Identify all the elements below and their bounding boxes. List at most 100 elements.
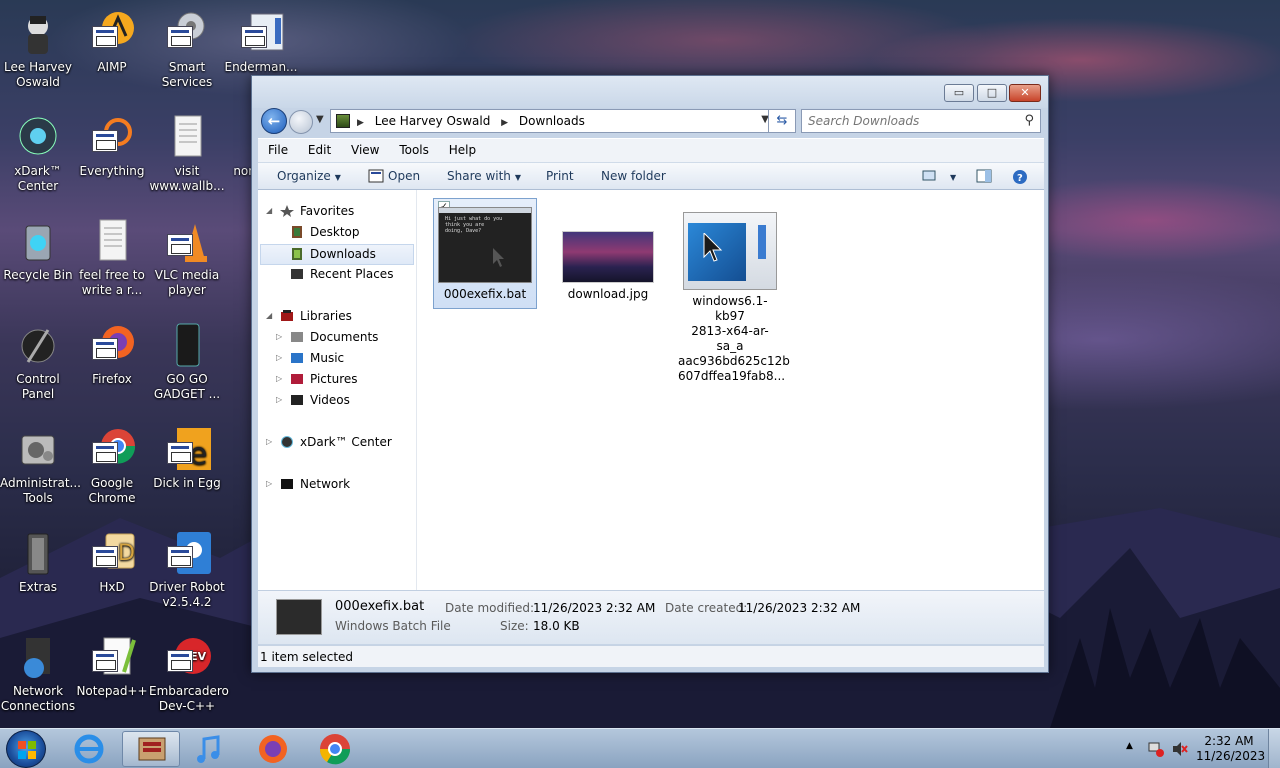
desktop-icon-dick-in-egg[interactable]: e Dick in Egg bbox=[149, 426, 225, 491]
desktop-icon-recycle-bin[interactable]: Recycle Bin bbox=[0, 218, 76, 283]
menu-help[interactable]: Help bbox=[439, 139, 482, 157]
desktop-icon-aimp[interactable]: AIMP bbox=[74, 10, 150, 75]
desktop-icon-enderman[interactable]: Enderman... bbox=[223, 10, 299, 75]
file-item-windows-update[interactable]: windows6.1-kb97 2813-x64-ar-sa_a aac936b… bbox=[678, 212, 790, 383]
search-box[interactable]: ⚲ bbox=[801, 109, 1041, 133]
preview-pane-icon[interactable] bbox=[976, 169, 992, 183]
desktop-icon-notepadpp[interactable]: Notepad++ bbox=[74, 634, 150, 699]
expanded-arrow-icon[interactable]: ◢ bbox=[266, 206, 272, 215]
desktop-icon-everything[interactable]: Everything bbox=[74, 114, 150, 179]
desktop-icon-google-chrome[interactable]: Google Chrome bbox=[74, 426, 150, 506]
start-button[interactable] bbox=[6, 730, 46, 768]
taskbar-chrome[interactable] bbox=[308, 731, 362, 767]
desktop-icon-text-file[interactable]: feel free to write a r... bbox=[74, 218, 150, 298]
tree-pictures[interactable]: ▷ Pictures bbox=[276, 372, 358, 386]
tree-network[interactable]: ▷ Network bbox=[266, 477, 350, 491]
taskbar-file-explorer[interactable] bbox=[122, 731, 180, 767]
forward-button[interactable] bbox=[289, 110, 313, 134]
tree-favorites[interactable]: ◢ Favorites bbox=[266, 204, 354, 218]
maximize-button[interactable]: □ bbox=[977, 84, 1007, 102]
minimize-icon: ▭ bbox=[953, 86, 965, 99]
breadcrumb-separator[interactable]: ▶ bbox=[501, 118, 508, 128]
print-button[interactable]: Print bbox=[546, 169, 574, 183]
close-button[interactable]: ✕ bbox=[1009, 84, 1041, 102]
desktop-icon-driver-robot[interactable]: Driver Robot v2.5.4.2 bbox=[149, 530, 225, 610]
refresh-button[interactable]: ⇆ bbox=[768, 109, 796, 133]
help-icon[interactable]: ? bbox=[1012, 169, 1028, 184]
desktop-icon-xdark-center[interactable]: xDark™ Center bbox=[0, 114, 76, 194]
search-input[interactable] bbox=[808, 111, 1008, 131]
collapsed-arrow-icon[interactable]: ▷ bbox=[276, 353, 282, 362]
breadcrumb-user[interactable]: Lee Harvey Oswald bbox=[375, 114, 491, 128]
tree-music[interactable]: ▷ Music bbox=[276, 351, 345, 365]
desktop-icon-gadget[interactable]: GO GO GADGET ... bbox=[149, 322, 225, 402]
share-with-button[interactable]: Share with ▼ bbox=[447, 169, 521, 183]
jpg-file-thumbnail bbox=[562, 231, 654, 283]
taskbar-music-player[interactable] bbox=[184, 731, 238, 767]
breadcrumb-separator[interactable]: ▶ bbox=[357, 118, 364, 128]
desktop-icon-admin-tools[interactable]: Administrat... Tools bbox=[0, 426, 81, 506]
shortcut-badge-icon bbox=[92, 546, 118, 568]
tree-downloads[interactable]: Downloads bbox=[260, 244, 414, 265]
collapsed-arrow-icon[interactable]: ▷ bbox=[266, 479, 272, 488]
breadcrumb-downloads[interactable]: Downloads bbox=[519, 114, 585, 128]
chrome-icon bbox=[88, 426, 136, 474]
tree-recent-places[interactable]: Recent Places bbox=[290, 267, 393, 281]
show-desktop-button[interactable] bbox=[1268, 729, 1280, 768]
tree-videos[interactable]: ▷ Videos bbox=[276, 393, 350, 407]
taskbar-internet-explorer[interactable] bbox=[62, 731, 116, 767]
menu-edit[interactable]: Edit bbox=[298, 139, 337, 157]
desktop-icon-hxd[interactable]: D HxD bbox=[74, 530, 150, 595]
file-list[interactable]: ✓ Hi just what do you think you are doin… bbox=[418, 190, 1044, 590]
new-folder-button[interactable]: New folder bbox=[601, 169, 666, 183]
xdark-center-icon bbox=[280, 436, 294, 448]
title-bar[interactable]: ▭ □ ✕ bbox=[252, 76, 1048, 108]
back-button[interactable]: ← bbox=[261, 108, 287, 134]
address-bar[interactable]: ▶ Lee Harvey Oswald ▶ Downloads ▼ bbox=[330, 109, 776, 133]
change-view-icon[interactable] bbox=[922, 169, 938, 183]
file-item-000exefix-bat[interactable]: ✓ Hi just what do you think you are doin… bbox=[433, 198, 537, 309]
clock[interactable]: 2:32 AM 11/26/2023 bbox=[1196, 734, 1266, 764]
navigation-pane[interactable]: ◢ Favorites Desktop Downloads Recent Pla… bbox=[258, 190, 417, 590]
tree-label: Music bbox=[310, 351, 345, 365]
tree-label: Documents bbox=[310, 330, 379, 344]
desktop-icon-firefox[interactable]: Firefox bbox=[74, 322, 150, 387]
file-name-line: 607dffea19fab8... bbox=[678, 369, 786, 383]
volume-muted-icon[interactable] bbox=[1172, 741, 1188, 757]
desktop-icon-control-panel[interactable]: Control Panel bbox=[0, 322, 76, 402]
minimize-button[interactable]: ▭ bbox=[944, 84, 974, 102]
clock-date: 11/26/2023 bbox=[1196, 749, 1266, 763]
desktop-icon-user-folder[interactable]: Lee Harvey Oswald bbox=[0, 10, 76, 90]
desktop-icon-devcpp[interactable]: DEV Embarcadero Dev-C++ bbox=[149, 634, 229, 714]
command-bar: Organize ▼ Open Share with ▼ Print New fol… bbox=[258, 162, 1044, 190]
collapsed-arrow-icon[interactable]: ▷ bbox=[276, 374, 282, 383]
collapsed-arrow-icon[interactable]: ▷ bbox=[266, 437, 272, 446]
desktop-icon-smart-services[interactable]: Smart Services bbox=[149, 10, 225, 90]
menu-view[interactable]: View bbox=[341, 139, 385, 157]
tree-xdark-center[interactable]: ▷ xDark™ Center bbox=[266, 435, 392, 449]
desktop-icon-wallpaper-link[interactable]: visit www.wallb... bbox=[149, 114, 225, 194]
chevron-down-icon: ▼ bbox=[950, 173, 957, 182]
show-hidden-icons-icon[interactable]: ▲ bbox=[1126, 741, 1133, 751]
recent-pages-dropdown[interactable]: ▼ bbox=[316, 114, 324, 125]
file-item-download-jpg[interactable]: download.jpg bbox=[556, 198, 660, 309]
desktop-icon-network-connections[interactable]: Network Connections bbox=[0, 634, 76, 714]
tree-desktop[interactable]: Desktop bbox=[290, 225, 360, 239]
view-options-dropdown[interactable]: ▼ bbox=[946, 169, 956, 183]
desktop-icon-extras[interactable]: Extras bbox=[0, 530, 76, 595]
menu-file[interactable]: File bbox=[258, 139, 294, 157]
menu-tools[interactable]: Tools bbox=[389, 139, 435, 157]
explorer-window[interactable]: ▭ □ ✕ ← ▼ ▶ Lee Harvey Oswald ▶ Download… bbox=[251, 75, 1049, 673]
network-status-icon[interactable] bbox=[1148, 741, 1164, 757]
desktop-icon-vlc[interactable]: VLC media player bbox=[149, 218, 225, 298]
tree-libraries[interactable]: ◢ Libraries bbox=[266, 309, 352, 323]
tree-label: Recent Places bbox=[310, 267, 394, 281]
collapsed-arrow-icon[interactable]: ▷ bbox=[276, 332, 282, 341]
open-button[interactable]: Open bbox=[388, 169, 420, 183]
taskbar-firefox[interactable] bbox=[246, 731, 300, 767]
expanded-arrow-icon[interactable]: ◢ bbox=[266, 311, 272, 320]
search-icon[interactable]: ⚲ bbox=[1024, 113, 1034, 128]
organize-button[interactable]: Organize ▼ bbox=[277, 169, 341, 183]
collapsed-arrow-icon[interactable]: ▷ bbox=[276, 395, 282, 404]
tree-documents[interactable]: ▷ Documents bbox=[276, 330, 379, 344]
